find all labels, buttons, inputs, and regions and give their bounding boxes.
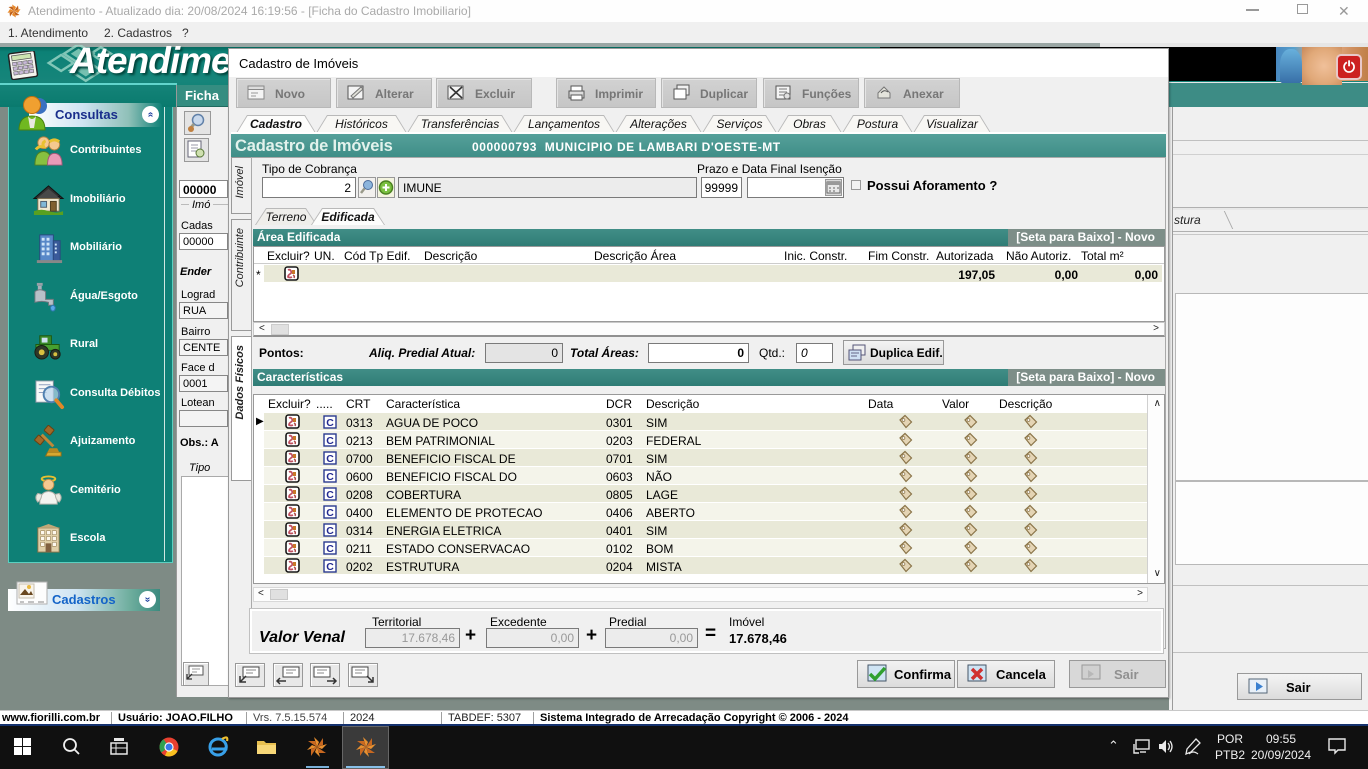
svg-text:C: C	[326, 525, 334, 537]
svg-text:C: C	[326, 453, 334, 465]
svg-text:C: C	[326, 435, 334, 447]
svg-text:C: C	[326, 417, 334, 429]
svg-text:C: C	[326, 561, 334, 573]
svg-text:C: C	[326, 489, 334, 501]
svg-text:C: C	[326, 543, 334, 555]
svg-text:C: C	[326, 507, 334, 519]
svg-text:C: C	[326, 471, 334, 483]
